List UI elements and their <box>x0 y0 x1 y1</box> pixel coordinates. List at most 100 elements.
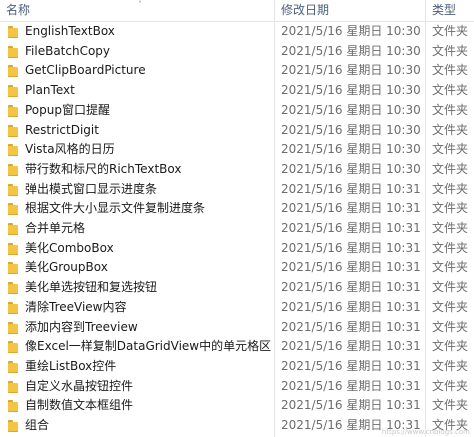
file-date: 2021/5/16 星期日 10:31 <box>281 241 421 255</box>
sort-up-icon: ˄ <box>138 0 142 9</box>
file-row[interactable]: 重绘ListBox控件 2021/5/16 星期日 10:31 文件夹 <box>0 357 474 376</box>
file-type: 文件夹 <box>432 280 469 294</box>
file-name: FileBatchCopy <box>25 44 111 58</box>
file-date: 2021/5/16 星期日 10:31 <box>281 300 421 314</box>
folder-icon <box>8 322 18 334</box>
folder-icon <box>8 65 18 77</box>
file-name: 添加内容到Treeview <box>25 320 138 334</box>
folder-icon <box>8 203 18 215</box>
file-row[interactable]: RestrictDigit 2021/5/16 星期日 10:30 文件夹 <box>0 121 474 140</box>
file-date: 2021/5/16 星期日 10:30 <box>281 162 421 176</box>
file-name: 弹出模式窗口显示进度条 <box>25 182 158 196</box>
watermark: https://www.cnblogs.com <box>381 428 470 436</box>
file-name: 根据文件大小显示文件复制进度条 <box>25 201 206 215</box>
file-row[interactable]: FileBatchCopy 2021/5/16 星期日 10:30 文件夹 <box>0 42 474 61</box>
file-name: RestrictDigit <box>25 123 99 137</box>
file-name: 美化单选按钮和复选按钮 <box>25 280 158 294</box>
file-type: 文件夹 <box>432 123 469 137</box>
file-name: 像Excel一样复制DataGridView中的单元格区域... <box>25 339 271 353</box>
file-row[interactable]: 自定义水晶按钮控件 2021/5/16 星期日 10:31 文件夹 <box>0 377 474 396</box>
file-name: 合并单元格 <box>25 221 86 235</box>
folder-icon <box>8 46 18 58</box>
folder-icon <box>8 105 18 117</box>
file-type: 文件夹 <box>432 379 469 393</box>
file-row[interactable]: Vista风格的日历 2021/5/16 星期日 10:30 文件夹 <box>0 140 474 159</box>
folder-icon <box>8 26 18 38</box>
file-name: 清除TreeView内容 <box>25 300 127 314</box>
file-type: 文件夹 <box>432 44 469 58</box>
file-type: 文件夹 <box>432 63 469 77</box>
file-date: 2021/5/16 星期日 10:30 <box>281 142 421 156</box>
file-date: 2021/5/16 星期日 10:31 <box>281 379 421 393</box>
file-row[interactable]: EnglishTextBox 2021/5/16 星期日 10:30 文件夹 <box>0 22 474 41</box>
file-row[interactable]: 添加内容到Treeview 2021/5/16 星期日 10:31 文件夹 <box>0 318 474 337</box>
file-name: Vista风格的日历 <box>25 142 115 156</box>
file-date: 2021/5/16 星期日 10:30 <box>281 83 421 97</box>
file-date: 2021/5/16 星期日 10:30 <box>281 24 421 38</box>
file-type: 文件夹 <box>432 260 469 274</box>
file-name: 自制数值文本框组件 <box>25 398 134 412</box>
folder-icon <box>8 243 18 255</box>
folder-icon <box>8 341 18 353</box>
file-row[interactable]: Popup窗口提醒 2021/5/16 星期日 10:30 文件夹 <box>0 101 474 120</box>
column-header-date[interactable]: 修改日期 <box>281 0 329 21</box>
file-row[interactable]: 美化ComboBox 2021/5/16 星期日 10:31 文件夹 <box>0 239 474 258</box>
file-type: 文件夹 <box>432 398 469 412</box>
column-header-type[interactable]: 类型 <box>432 0 456 21</box>
file-row[interactable]: 像Excel一样复制DataGridView中的单元格区域... 2021/5/1… <box>0 337 474 356</box>
file-name: GetClipBoardPicture <box>25 63 146 77</box>
file-type: 文件夹 <box>432 83 469 97</box>
file-row[interactable]: 美化单选按钮和复选按钮 2021/5/16 星期日 10:31 文件夹 <box>0 278 474 297</box>
file-date: 2021/5/16 星期日 10:31 <box>281 339 421 353</box>
file-date: 2021/5/16 星期日 10:31 <box>281 182 421 196</box>
folder-icon <box>8 262 18 274</box>
file-date: 2021/5/16 星期日 10:30 <box>281 103 421 117</box>
file-type: 文件夹 <box>432 359 469 373</box>
file-type: 文件夹 <box>432 182 469 196</box>
file-date: 2021/5/16 星期日 10:31 <box>281 280 421 294</box>
file-row[interactable]: PlanText 2021/5/16 星期日 10:30 文件夹 <box>0 81 474 100</box>
folder-icon <box>8 381 18 393</box>
file-row[interactable]: 美化GroupBox 2021/5/16 星期日 10:31 文件夹 <box>0 258 474 277</box>
file-row[interactable]: GetClipBoardPicture 2021/5/16 星期日 10:30 文件… <box>0 61 474 80</box>
file-type: 文件夹 <box>432 162 469 176</box>
folder-icon <box>8 144 18 156</box>
file-date: 2021/5/16 星期日 10:31 <box>281 398 421 412</box>
file-type: 文件夹 <box>432 103 469 117</box>
file-date: 2021/5/16 星期日 10:30 <box>281 123 421 137</box>
file-date: 2021/5/16 星期日 10:31 <box>281 320 421 334</box>
column-header-name[interactable]: 名称 <box>6 0 30 21</box>
file-name: Popup窗口提醒 <box>25 103 110 117</box>
file-type: 文件夹 <box>432 142 469 156</box>
file-name: PlanText <box>25 83 75 97</box>
file-name: EnglishTextBox <box>25 24 115 38</box>
folder-icon <box>8 85 18 97</box>
file-name: 美化GroupBox <box>25 260 108 274</box>
file-row[interactable]: 清除TreeView内容 2021/5/16 星期日 10:31 文件夹 <box>0 298 474 317</box>
folder-icon <box>8 361 18 373</box>
file-name: 组合 <box>25 418 50 432</box>
file-row[interactable]: 合并单元格 2021/5/16 星期日 10:31 文件夹 <box>0 219 474 238</box>
folder-icon <box>8 400 18 412</box>
folder-icon <box>8 223 18 235</box>
folder-icon <box>8 282 18 294</box>
file-row[interactable]: 根据文件大小显示文件复制进度条 2021/5/16 星期日 10:31 文件夹 <box>0 199 474 218</box>
file-date: 2021/5/16 星期日 10:31 <box>281 260 421 274</box>
file-date: 2021/5/16 星期日 10:30 <box>281 63 421 77</box>
folder-icon <box>8 420 18 432</box>
file-date: 2021/5/16 星期日 10:31 <box>281 201 421 215</box>
column-header: 名称 ˄ 修改日期 类型 <box>0 0 474 22</box>
file-name: 自定义水晶按钮控件 <box>25 379 134 393</box>
file-name: 重绘ListBox控件 <box>25 359 117 373</box>
folder-icon <box>8 184 18 196</box>
file-row[interactable]: 自制数值文本框组件 2021/5/16 星期日 10:31 文件夹 <box>0 396 474 415</box>
file-date: 2021/5/16 星期日 10:31 <box>281 359 421 373</box>
folder-icon <box>8 125 18 137</box>
file-row[interactable]: 弹出模式窗口显示进度条 2021/5/16 星期日 10:31 文件夹 <box>0 180 474 199</box>
folder-icon <box>8 302 18 314</box>
file-type: 文件夹 <box>432 241 469 255</box>
file-row[interactable]: 带行数和标尺的RichTextBox 2021/5/16 星期日 10:30 文件夹 <box>0 160 474 179</box>
file-name: 带行数和标尺的RichTextBox <box>25 162 182 176</box>
file-type: 文件夹 <box>432 320 469 334</box>
file-type: 文件夹 <box>432 201 469 215</box>
